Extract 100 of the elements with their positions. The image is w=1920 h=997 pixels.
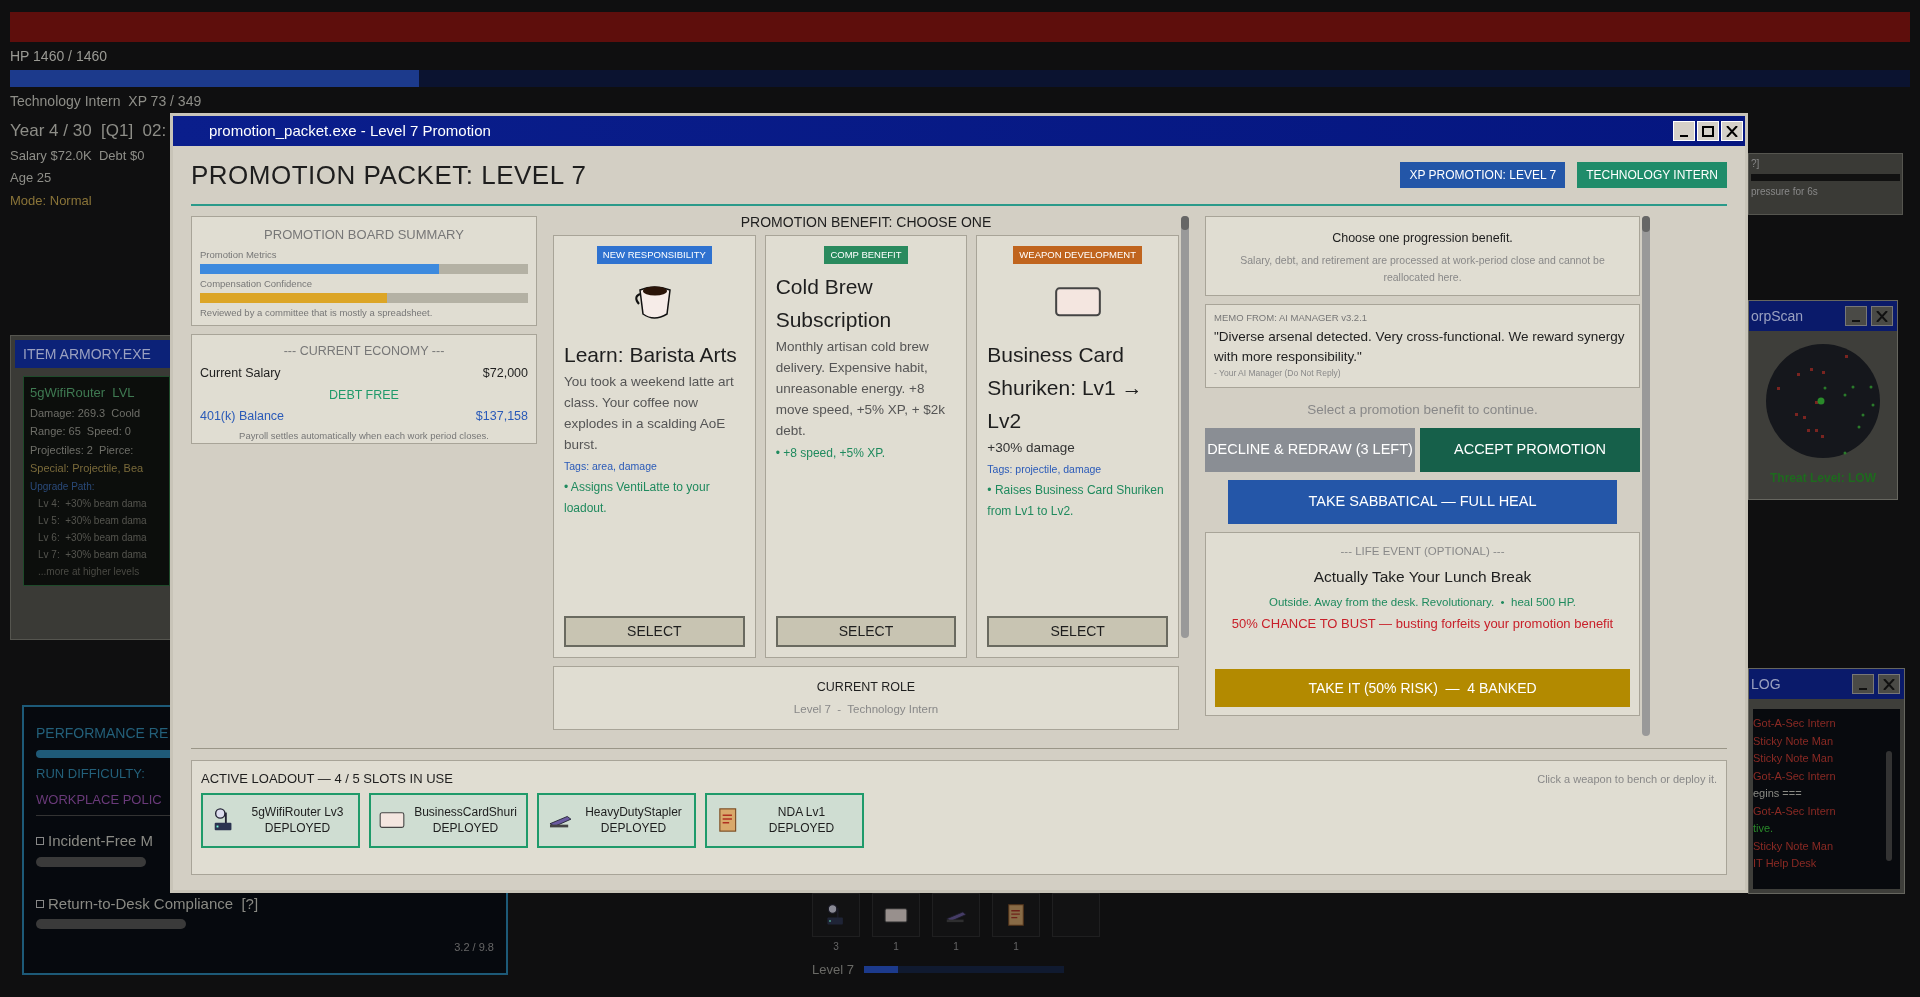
policy-label: WORKPLACE POLIC [36,790,162,809]
close-icon [1726,125,1738,137]
loadout-hint: Click a weapon to bench or deploy it. [1537,771,1717,787]
terms-instruction: Choose one progression benefit. [1332,230,1513,247]
more-text: ...more at higher levels [37,564,141,579]
slot-status: DEPLOYED [432,820,499,836]
sabbatical-button[interactable]: TAKE SABBATICAL — FULL HEAL [1228,480,1617,525]
select-button[interactable]: SELECT [775,616,957,647]
accept-button[interactable]: ACCEPT PROMOTION [1420,428,1640,473]
score-label: 3.2 / 9.8 [454,940,494,955]
benefit-description: Monthly artisan cold brew delivery. Expensive habit, unreasonable energy. +8 move speed, +5% XP, + $2k debt. [775,338,947,441]
log-entry: Got-A-Sec Intern [1753,803,1837,819]
close-icon [1883,678,1895,690]
minimize-icon [1680,134,1688,137]
benefit-effect: • Raises Business Card Shuriken from Lv1 to Lv2. [987,482,1165,520]
benefit-effect: • +8 speed, +5% XP. [775,445,887,463]
select-button[interactable]: SELECT [564,616,745,647]
level-label: Level 7 [812,961,854,979]
panel-title: PERFORMANCE RE [36,724,170,743]
select-button[interactable]: SELECT [987,616,1168,647]
life-event-title: Actually Take Your Lunch Break [1313,566,1532,587]
special-text: Special: Projectile, Bea [30,461,145,476]
business-card-icon [379,810,405,830]
upgrade-line: Lv 5: +30% beam dama [37,513,148,528]
terms-note: Salary, debt, and retirement are processed at work-period close and cannot be reallocated here. [1239,252,1606,285]
hp-label: HP 1460 / 1460 [10,47,108,66]
slot-status: DEPLOYED [768,820,835,836]
close-icon [1876,310,1888,322]
log-entry: Sticky Note Man [1753,838,1835,854]
economy-note: Payroll settles automatically when each work period closes. [238,429,490,443]
hotbar-slot[interactable] [872,893,920,937]
window-title: LOG [1751,674,1781,694]
weapon-stat: Damage: 269.3 Coold [30,405,142,421]
window-title: orpScan [1751,306,1804,326]
weapon-name: 5gWifiRouter LVL [30,384,136,402]
prompt-text: Select a promotion benefit to continue. [1306,401,1539,419]
loadout-title: ACTIVE LOADOUT — 4 / 5 SLOTS IN USE [201,770,453,788]
benefit-tags: Tags: projectile, damage [987,462,1168,478]
salary-label: Current Salary [200,364,281,382]
slot-name: HeavyDutyStapler [585,804,682,820]
loadout-slot[interactable]: NDA Lv1 DEPLOYED [705,792,864,848]
finance-label: Salary $72.0K Debt $0 [10,147,145,164]
benefit-description: You took a weekend latte art class. Your coffee now explodes in a scalding AoE burst. [564,373,735,455]
loadout-slot[interactable]: BusinessCardShuri DEPLOYED [369,792,528,848]
category-tag: WEAPON DEVELOPMENT [1013,246,1142,265]
benefit-title: Learn: Barista Arts [564,342,738,369]
category-tag: COMP BENEFIT [824,246,908,265]
memo-header: MEMO FROM: AI MANAGER v3.2.1 [1214,311,1369,325]
role-title: CURRENT ROLE [816,679,916,696]
memo-signature: - Your AI Manager (Do Not Reply) [1214,367,1342,380]
debt-status: DEBT FREE [328,386,400,404]
dialog-title: promotion_packet.exe - Level 7 Promotion [209,120,491,141]
benefit-card[interactable]: COMP BENEFIT Cold Brew Subscription Monthly artisan cold brew delivery. Expensive habit, unreasonable energy. +8 move speed, +5% XP, + $2k debt. • +8 speed, +5% XP. SELECT [764,235,968,658]
goal-checkbox[interactable] [36,899,44,908]
help-marker: ?] [1751,157,1761,171]
difficulty-label: RUN DIFFICULTY: [36,765,145,783]
role-detail: Level 7 - Technology Intern [793,701,939,717]
slot-name: 5gWifiRouter Lv3 [251,804,344,820]
life-event-effect: Outside. Away from the desk. Revolutionary. • heal 500 HP. [1269,594,1576,610]
upgrade-line: Lv 7: +30% beam dama [37,547,148,562]
loadout-slot[interactable]: HeavyDutyStapler DEPLOYED [537,792,696,848]
benefit-card[interactable]: WEAPON DEVELOPMENT Business Card Shuriken: Lv1 → Lv2 +30% damage Tags: projectile, damage • Raises Business Card Shuriken from Lv1 to Lv2. SELECT [976,235,1179,658]
slot-count: 1 [1013,940,1019,954]
upgrade-line: Lv 6: +30% beam dama [37,530,148,545]
slot-status: DEPLOYED [264,820,331,836]
salary-value: $72,000 [482,364,528,382]
slot-name: BusinessCardShuri [414,804,517,820]
log-entry: Sticky Note Man [1753,733,1835,749]
risk-warning: 50% CHANCE TO BUST — busting forfeits your promotion benefit [1230,615,1615,633]
metric-label: Compensation Confidence [200,276,313,291]
weapon-stat: Projectiles: 2 Pierce: [30,442,135,458]
loadout-slot[interactable]: 5gWifiRouter Lv3 DEPLOYED [201,792,360,848]
goal-label: Return-to-Desk Compliance [?] [48,893,259,914]
minimize-icon [1859,687,1867,690]
benefit-card[interactable]: NEW RESPONSIBILITY Learn: Barista Arts You took a weekend latte art class. Your coffee now explodes in a scalding AoE burst. Tags: area, damage • Assigns VentiLatte to your loadout. SELECT [553,235,756,658]
dialog-heading: PROMOTION PACKET: LEVEL 7 [191,158,587,192]
memo-quote: "Diverse arsenal detected. Very cross-functional. We reward synergy with more responsibility." [1214,328,1626,367]
hotbar-slot[interactable] [992,893,1040,937]
goal-checkbox[interactable] [36,837,44,846]
benefit-title: Business Card Shuriken: Lv1 → Lv2 [987,342,1144,435]
status-text: pressure for 6s [1751,185,1819,199]
document-icon [1007,903,1025,927]
log-entry: egins === [1753,786,1803,801]
log-entry: Sticky Note Man [1753,751,1835,766]
upgrade-line: Lv 4: +30% beam dama [37,496,148,511]
benefit-title: Cold Brew Subscription [775,274,893,334]
benefit-stat: +30% damage [987,439,1076,458]
date-label: Year 4 / 30 [Q1] 02: [10,120,167,142]
maximize-button[interactable] [1697,121,1719,141]
goal-label: Incident-Free M [48,831,154,851]
role-badge: XP PROMOTION: LEVEL 7 [1400,162,1566,188]
window-title: ITEM ARMORY.EXE [15,340,170,368]
hotbar-slot[interactable] [812,893,860,937]
minimize-icon [1852,319,1860,322]
slot-count: 3 [833,940,839,954]
slot-status: DEPLOYED [600,820,667,836]
category-tag: NEW RESPONSIBILITY [596,246,712,265]
xp-label: Technology Intern XP 73 / 349 [10,92,202,111]
log-entry: IT Help Desk [1753,856,1818,871]
panel-title: --- CURRENT ECONOMY --- [282,343,446,360]
